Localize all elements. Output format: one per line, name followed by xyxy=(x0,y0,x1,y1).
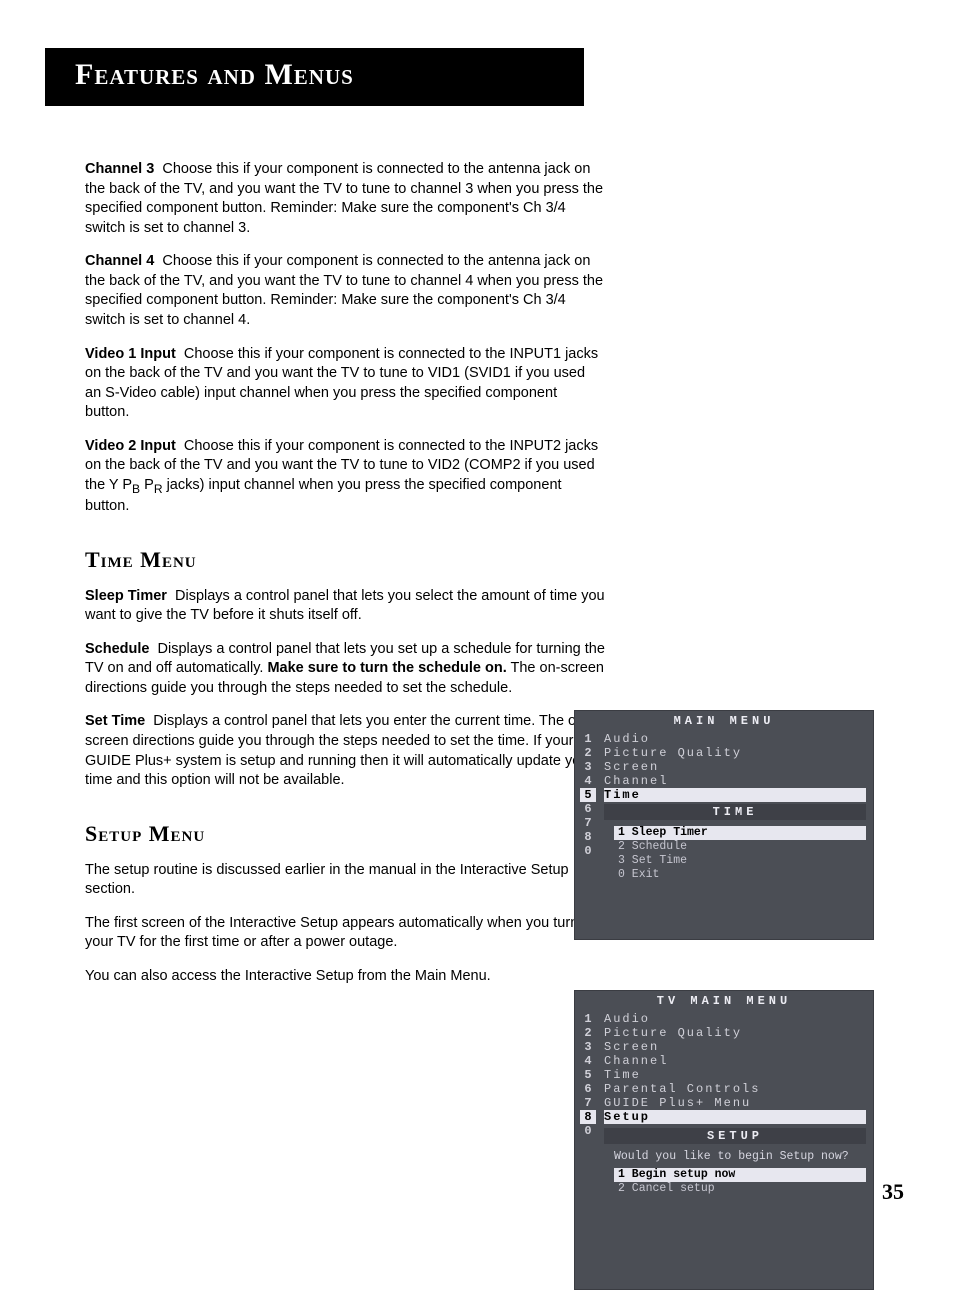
para-schedule: Schedule Displays a control panel that l… xyxy=(85,640,605,699)
menu2-item-time: Time xyxy=(604,1068,866,1082)
menu-num-1: 1 xyxy=(580,732,596,746)
menu2-num-2: 2 xyxy=(580,1026,596,1040)
submenu-cancel-setup: 2 Cancel setup xyxy=(614,1182,866,1196)
menu-num-7: 7 xyxy=(580,816,596,830)
menu2-item-screen: Screen xyxy=(604,1040,866,1054)
menu-item-audio: Audio xyxy=(604,732,866,746)
para-sleep-timer: Sleep Timer Displays a control panel tha… xyxy=(85,587,605,626)
label-video-2: Video 2 Input xyxy=(85,438,176,454)
para-channel-4: Channel 4 Choose this if your component … xyxy=(85,252,605,330)
para-setup-3: You can also access the Interactive Setu… xyxy=(85,967,605,987)
para-setup-1: The setup routine is discussed earlier i… xyxy=(85,861,605,900)
text-channel-3: Choose this if your component is connect… xyxy=(85,161,603,236)
menu2-item-guide: GUIDE Plus+ Menu xyxy=(604,1096,866,1110)
label-schedule: Schedule xyxy=(85,641,149,657)
menu-num-3: 3 xyxy=(580,760,596,774)
label-channel-4: Channel 4 xyxy=(85,253,154,269)
menu-num-2: 2 xyxy=(580,746,596,760)
page-number: 35 xyxy=(882,1179,904,1205)
menu-item-picture: Picture Quality xyxy=(604,746,866,760)
tv-menu-time-box: MAIN MENU 1 2 3 4 5 6 7 8 0 Audio Pictur… xyxy=(574,710,874,940)
menu-item-channel: Channel xyxy=(604,774,866,788)
subscript-b: B xyxy=(132,482,140,496)
menu2-num-1: 1 xyxy=(580,1012,596,1026)
submenu-set-time: 3 Set Time xyxy=(614,854,866,868)
menu2-item-picture: Picture Quality xyxy=(604,1026,866,1040)
para-setup-2: The first screen of the Interactive Setu… xyxy=(85,914,605,953)
menu2-num-7: 7 xyxy=(580,1096,596,1110)
menu2-num-4: 4 xyxy=(580,1054,596,1068)
menu-num-4: 4 xyxy=(580,774,596,788)
subscript-r: R xyxy=(154,482,163,496)
menu-number-column: 1 2 3 4 5 6 7 8 0 xyxy=(580,732,596,858)
heading-setup-menu: Setup Menu xyxy=(85,821,605,847)
menu2-number-column: 1 2 3 4 5 6 7 8 0 xyxy=(580,1012,596,1138)
menu-num-5: 5 xyxy=(580,788,596,802)
menu2-num-8: 8 xyxy=(580,1110,596,1124)
tv-menu-setup-box: TV MAIN MENU 1 2 3 4 5 6 7 8 0 Audio Pic… xyxy=(574,990,874,1290)
menu-title-tv-main: TV MAIN MENU xyxy=(574,990,874,1012)
para-video-2: Video 2 Input Choose this if your compon… xyxy=(85,437,605,517)
page-title-bar: Features and Menus xyxy=(45,48,584,106)
text-schedule-bold: Make sure to turn the schedule on. xyxy=(267,660,506,676)
submenu-time-items: 1 Sleep Timer 2 Schedule 3 Set Time 0 Ex… xyxy=(614,826,866,882)
submenu-title-time: TIME xyxy=(604,804,866,820)
menu2-num-6: 6 xyxy=(580,1082,596,1096)
text-set-time: Displays a control panel that lets you e… xyxy=(85,713,593,788)
submenu-title-setup: SETUP xyxy=(604,1128,866,1144)
submenu-begin-setup: 1 Begin setup now xyxy=(614,1168,866,1182)
submenu-exit: 0 Exit xyxy=(614,868,866,882)
menu-item-screen: Screen xyxy=(604,760,866,774)
menu-num-0: 0 xyxy=(580,844,596,858)
menu2-item-parental: Parental Controls xyxy=(604,1082,866,1096)
submenu-setup-prompt: Would you like to begin Setup now? xyxy=(614,1150,866,1164)
label-video-1: Video 1 Input xyxy=(85,346,176,362)
menu2-num-3: 3 xyxy=(580,1040,596,1054)
menu2-item-setup: Setup xyxy=(604,1110,866,1124)
heading-time-menu: Time Menu xyxy=(85,547,605,573)
menu-num-6: 6 xyxy=(580,802,596,816)
submenu-setup-items: Would you like to begin Setup now? 1 Beg… xyxy=(614,1150,866,1196)
menu2-item-channel: Channel xyxy=(604,1054,866,1068)
text-video-2b: P xyxy=(140,477,154,493)
label-set-time: Set Time xyxy=(85,713,145,729)
submenu-schedule: 2 Schedule xyxy=(614,840,866,854)
para-channel-3: Channel 3 Choose this if your component … xyxy=(85,160,605,238)
menu-num-8: 8 xyxy=(580,830,596,844)
menu2-num-5: 5 xyxy=(580,1068,596,1082)
text-channel-4: Choose this if your component is connect… xyxy=(85,253,603,328)
submenu-sleep-timer: 1 Sleep Timer xyxy=(614,826,866,840)
para-set-time: Set Time Displays a control panel that l… xyxy=(85,712,605,790)
para-video-1: Video 1 Input Choose this if your compon… xyxy=(85,345,605,423)
main-text-column: Channel 3 Choose this if your component … xyxy=(85,160,605,987)
menu2-num-0: 0 xyxy=(580,1124,596,1138)
label-sleep-timer: Sleep Timer xyxy=(85,588,167,604)
menu2-item-audio: Audio xyxy=(604,1012,866,1026)
label-channel-3: Channel 3 xyxy=(85,161,154,177)
menu-item-time: Time xyxy=(604,788,866,802)
menu-title-main: MAIN MENU xyxy=(574,710,874,732)
